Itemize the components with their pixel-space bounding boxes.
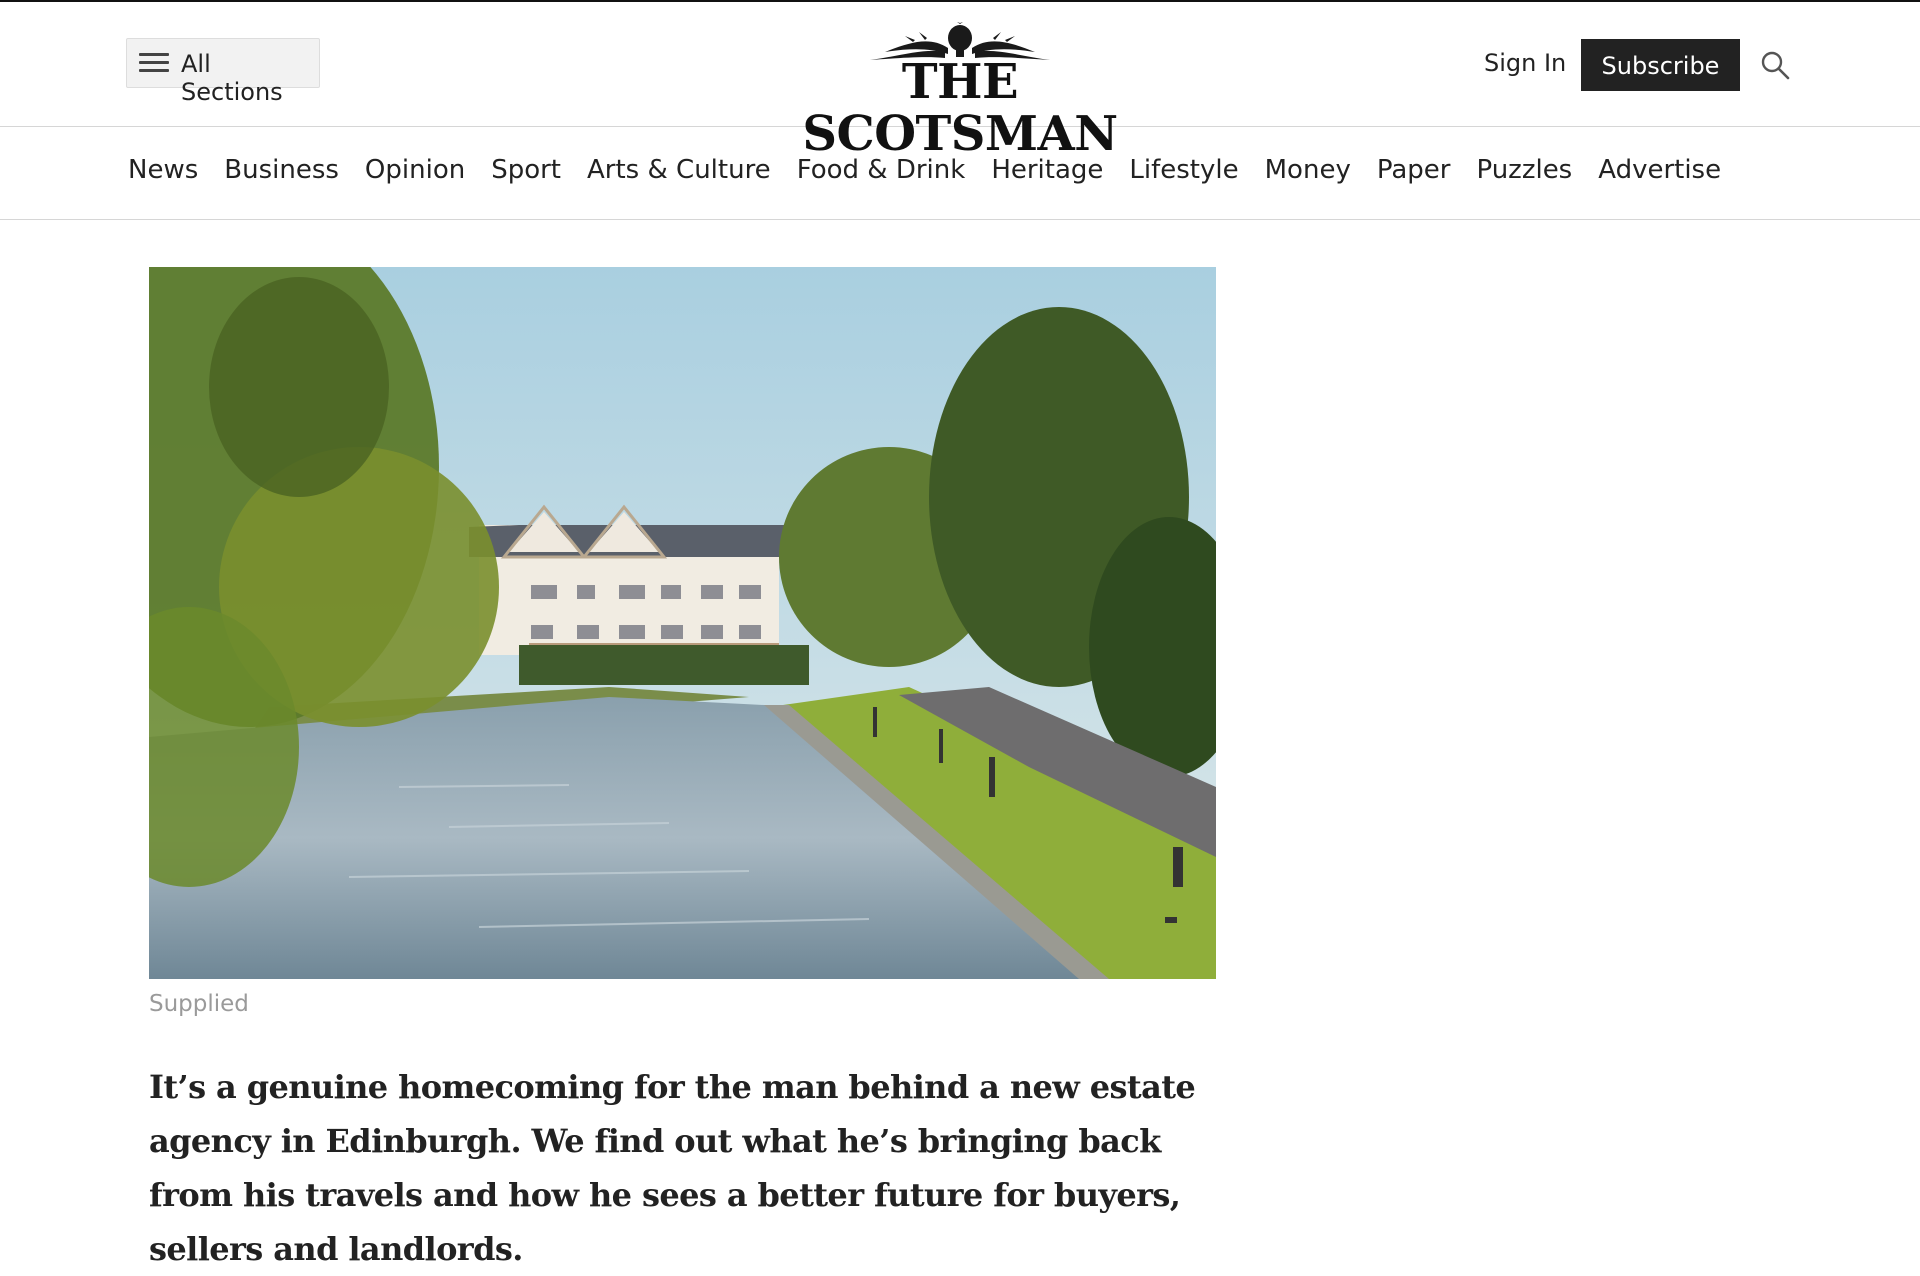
nav-item-lifestyle[interactable]: Lifestyle xyxy=(1129,155,1238,185)
hamburger-icon xyxy=(139,53,169,73)
nav-item-news[interactable]: News xyxy=(128,155,198,185)
subscribe-button[interactable]: Subscribe xyxy=(1581,39,1740,91)
site-logo[interactable]: THE SCOTSMAN xyxy=(770,22,1150,160)
all-sections-button[interactable]: All Sections xyxy=(126,38,320,106)
all-sections-label: All Sections xyxy=(181,50,283,106)
nav-item-money[interactable]: Money xyxy=(1265,155,1351,185)
nav-item-heritage[interactable]: Heritage xyxy=(991,155,1103,185)
image-caption: Supplied xyxy=(149,991,249,1017)
article-standfirst: It’s a genuine homecoming for the man be… xyxy=(149,1068,1196,1268)
nav-item-puzzles[interactable]: Puzzles xyxy=(1476,155,1572,185)
site-header: All Sections THE SCOTSMAN Sign In Subscr… xyxy=(0,2,1920,160)
sign-in-link[interactable]: Sign In xyxy=(1484,49,1566,77)
nav-item-arts-culture[interactable]: Arts & Culture xyxy=(587,155,771,185)
search-icon[interactable] xyxy=(1760,50,1790,80)
nav-item-advertise[interactable]: Advertise xyxy=(1598,155,1721,185)
canal-houses-photo xyxy=(149,267,1216,979)
nav-item-paper[interactable]: Paper xyxy=(1377,155,1451,185)
section-nav: News Business Opinion Sport Arts & Cultu… xyxy=(0,127,1920,220)
nav-item-business[interactable]: Business xyxy=(224,155,339,185)
nav-item-opinion[interactable]: Opinion xyxy=(365,155,465,185)
nav-item-sport[interactable]: Sport xyxy=(491,155,561,185)
nav-item-food-drink[interactable]: Food & Drink xyxy=(797,155,966,185)
article-hero-image xyxy=(149,267,1216,979)
